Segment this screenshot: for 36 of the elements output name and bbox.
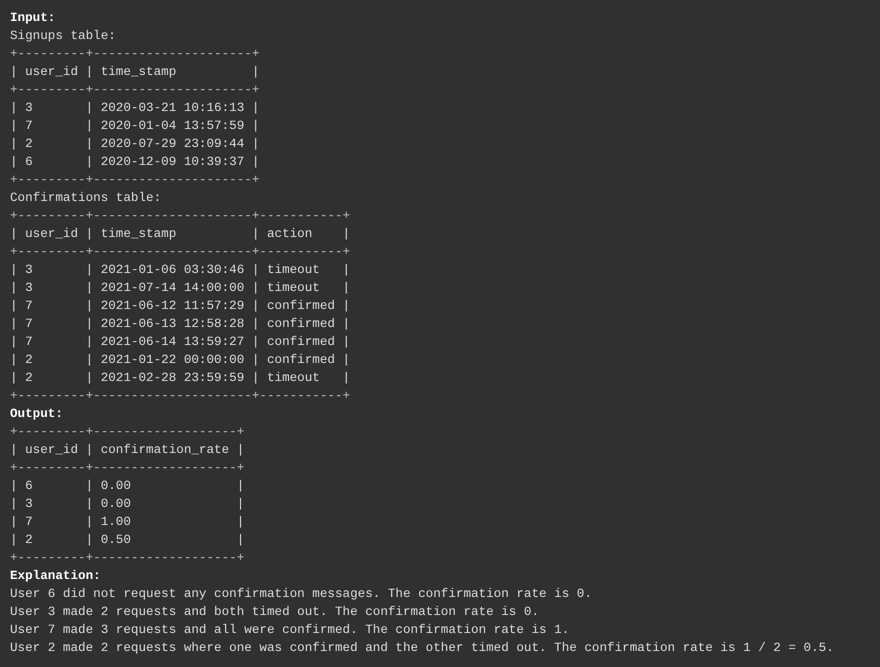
section-heading: Explanation: xyxy=(10,568,101,585)
table-border: +---------+---------------------+-----------+ xyxy=(10,208,350,225)
table-row-text: | 7 | 2021-06-13 12:58:28 | confirmed | xyxy=(10,316,350,333)
table-row-text: | 3 | 0.00 | xyxy=(10,496,244,513)
table-row-text: | user_id | confirmation_rate | xyxy=(10,442,244,459)
table-row-text: | 6 | 0.00 | xyxy=(10,478,244,495)
table-row-text: | 7 | 2020-01-04 13:57:59 | xyxy=(10,118,260,135)
table-row-text: | user_id | time_stamp | action | xyxy=(10,226,350,243)
text-line: Confirmations table: xyxy=(10,190,162,207)
table-row-text: | 7 | 1.00 | xyxy=(10,514,244,531)
table-row-text: | user_id | time_stamp | xyxy=(10,64,260,81)
table-row-text: | 2 | 2021-01-22 00:00:00 | confirmed | xyxy=(10,352,350,369)
table-row-text: | 7 | 2021-06-14 13:59:27 | confirmed | xyxy=(10,334,350,351)
text-line: User 6 did not request any confirmation messages. The confirmation rate is 0. xyxy=(10,586,592,603)
table-row-text: | 7 | 2021-06-12 11:57:29 | confirmed | xyxy=(10,298,350,315)
table-border: +---------+-------------------+ xyxy=(10,460,244,477)
text-line: Signups table: xyxy=(10,28,116,45)
table-border: +---------+---------------------+-----------+ xyxy=(10,244,350,261)
section-heading: Output: xyxy=(10,406,63,423)
table-border: +---------+-------------------+ xyxy=(10,550,244,567)
table-border: +---------+-------------------+ xyxy=(10,424,244,441)
text-line: User 7 made 3 requests and all were confirmed. The confirmation rate is 1. xyxy=(10,622,570,639)
text-line: User 3 made 2 requests and both timed out. The confirmation rate is 0. xyxy=(10,604,540,621)
table-row-text: | 2 | 2020-07-29 23:09:44 | xyxy=(10,136,260,153)
text-line: User 2 made 2 requests where one was confirmed and the other timed out. The confirmation rate is 1 / 2 = 0.5. xyxy=(10,640,834,657)
table-row-text: | 2 | 0.50 | xyxy=(10,532,244,549)
section-heading: Input: xyxy=(10,10,56,27)
table-row-text: | 2 | 2021-02-28 23:59:59 | timeout | xyxy=(10,370,350,387)
table-border: +---------+---------------------+ xyxy=(10,82,260,99)
table-border: +---------+---------------------+ xyxy=(10,46,260,63)
table-border: +---------+---------------------+-----------+ xyxy=(10,388,350,405)
table-border: +---------+---------------------+ xyxy=(10,172,260,189)
table-row-text: | 6 | 2020-12-09 10:39:37 | xyxy=(10,154,260,171)
table-row-text: | 3 | 2020-03-21 10:16:13 | xyxy=(10,100,260,117)
table-row-text: | 3 | 2021-01-06 03:30:46 | timeout | xyxy=(10,262,350,279)
table-row-text: | 3 | 2021-07-14 14:00:00 | timeout | xyxy=(10,280,350,297)
